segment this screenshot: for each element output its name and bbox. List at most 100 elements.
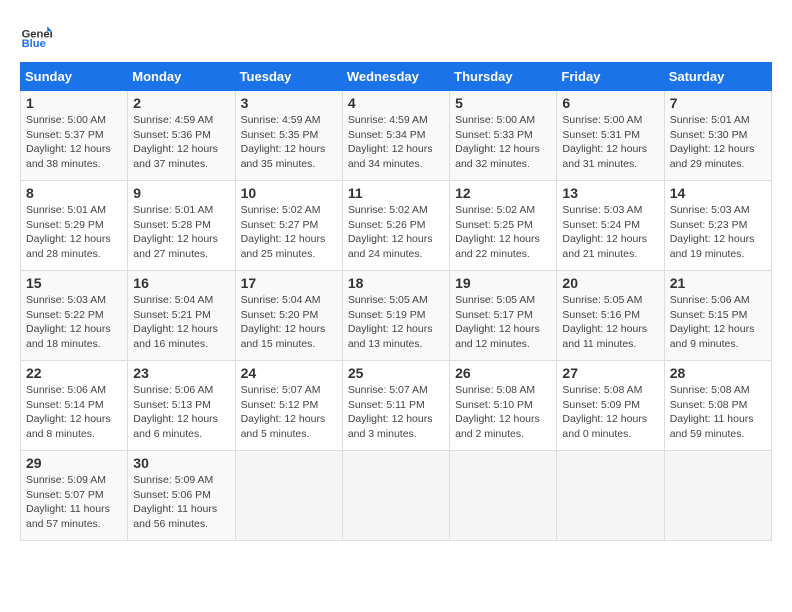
day-info: Sunrise: 5:07 AM Sunset: 5:11 PM Dayligh… [348,383,444,442]
day-info: Sunrise: 5:00 AM Sunset: 5:37 PM Dayligh… [26,113,122,172]
day-number: 19 [455,275,551,291]
calendar-cell: 22 Sunrise: 5:06 AM Sunset: 5:14 PM Dayl… [21,361,128,451]
day-number: 2 [133,95,229,111]
day-number: 6 [562,95,658,111]
day-info: Sunrise: 5:02 AM Sunset: 5:27 PM Dayligh… [241,203,337,262]
day-number: 20 [562,275,658,291]
day-number: 30 [133,455,229,471]
day-number: 16 [133,275,229,291]
calendar-cell [450,451,557,541]
day-info: Sunrise: 5:08 AM Sunset: 5:09 PM Dayligh… [562,383,658,442]
day-info: Sunrise: 5:03 AM Sunset: 5:24 PM Dayligh… [562,203,658,262]
day-info: Sunrise: 5:06 AM Sunset: 5:13 PM Dayligh… [133,383,229,442]
calendar-cell: 4 Sunrise: 4:59 AM Sunset: 5:34 PM Dayli… [342,91,449,181]
day-info: Sunrise: 5:02 AM Sunset: 5:25 PM Dayligh… [455,203,551,262]
calendar-cell: 27 Sunrise: 5:08 AM Sunset: 5:09 PM Dayl… [557,361,664,451]
day-number: 22 [26,365,122,381]
calendar-week-1: 1 Sunrise: 5:00 AM Sunset: 5:37 PM Dayli… [21,91,772,181]
calendar-cell: 20 Sunrise: 5:05 AM Sunset: 5:16 PM Dayl… [557,271,664,361]
calendar-cell: 28 Sunrise: 5:08 AM Sunset: 5:08 PM Dayl… [664,361,771,451]
day-number: 4 [348,95,444,111]
calendar-cell: 14 Sunrise: 5:03 AM Sunset: 5:23 PM Dayl… [664,181,771,271]
calendar-cell: 29 Sunrise: 5:09 AM Sunset: 5:07 PM Dayl… [21,451,128,541]
calendar-week-4: 22 Sunrise: 5:06 AM Sunset: 5:14 PM Dayl… [21,361,772,451]
day-number: 9 [133,185,229,201]
col-monday: Monday [128,63,235,91]
day-info: Sunrise: 5:08 AM Sunset: 5:08 PM Dayligh… [670,383,766,442]
day-number: 10 [241,185,337,201]
calendar-cell: 16 Sunrise: 5:04 AM Sunset: 5:21 PM Dayl… [128,271,235,361]
calendar-cell: 10 Sunrise: 5:02 AM Sunset: 5:27 PM Dayl… [235,181,342,271]
day-info: Sunrise: 5:03 AM Sunset: 5:23 PM Dayligh… [670,203,766,262]
calendar-cell: 30 Sunrise: 5:09 AM Sunset: 5:06 PM Dayl… [128,451,235,541]
day-info: Sunrise: 5:04 AM Sunset: 5:20 PM Dayligh… [241,293,337,352]
calendar-cell: 8 Sunrise: 5:01 AM Sunset: 5:29 PM Dayli… [21,181,128,271]
header-row: Sunday Monday Tuesday Wednesday Thursday… [21,63,772,91]
day-number: 14 [670,185,766,201]
day-number: 21 [670,275,766,291]
day-number: 26 [455,365,551,381]
day-number: 25 [348,365,444,381]
calendar-cell: 19 Sunrise: 5:05 AM Sunset: 5:17 PM Dayl… [450,271,557,361]
calendar-cell: 26 Sunrise: 5:08 AM Sunset: 5:10 PM Dayl… [450,361,557,451]
day-info: Sunrise: 5:01 AM Sunset: 5:28 PM Dayligh… [133,203,229,262]
day-info: Sunrise: 5:05 AM Sunset: 5:19 PM Dayligh… [348,293,444,352]
day-number: 1 [26,95,122,111]
day-info: Sunrise: 5:08 AM Sunset: 5:10 PM Dayligh… [455,383,551,442]
day-number: 3 [241,95,337,111]
calendar-week-2: 8 Sunrise: 5:01 AM Sunset: 5:29 PM Dayli… [21,181,772,271]
col-saturday: Saturday [664,63,771,91]
col-tuesday: Tuesday [235,63,342,91]
day-number: 8 [26,185,122,201]
calendar-cell: 7 Sunrise: 5:01 AM Sunset: 5:30 PM Dayli… [664,91,771,181]
day-number: 28 [670,365,766,381]
logo: General Blue [20,20,52,52]
calendar-cell: 12 Sunrise: 5:02 AM Sunset: 5:25 PM Dayl… [450,181,557,271]
day-number: 12 [455,185,551,201]
day-info: Sunrise: 5:03 AM Sunset: 5:22 PM Dayligh… [26,293,122,352]
day-info: Sunrise: 5:05 AM Sunset: 5:16 PM Dayligh… [562,293,658,352]
calendar-cell: 23 Sunrise: 5:06 AM Sunset: 5:13 PM Dayl… [128,361,235,451]
day-number: 17 [241,275,337,291]
calendar-cell: 5 Sunrise: 5:00 AM Sunset: 5:33 PM Dayli… [450,91,557,181]
day-number: 27 [562,365,658,381]
svg-text:Blue: Blue [22,38,46,50]
day-number: 29 [26,455,122,471]
day-number: 18 [348,275,444,291]
day-info: Sunrise: 5:04 AM Sunset: 5:21 PM Dayligh… [133,293,229,352]
calendar-cell [342,451,449,541]
calendar-cell: 11 Sunrise: 5:02 AM Sunset: 5:26 PM Dayl… [342,181,449,271]
day-info: Sunrise: 5:01 AM Sunset: 5:30 PM Dayligh… [670,113,766,172]
calendar-cell: 3 Sunrise: 4:59 AM Sunset: 5:35 PM Dayli… [235,91,342,181]
day-info: Sunrise: 4:59 AM Sunset: 5:36 PM Dayligh… [133,113,229,172]
page-header: General Blue [20,20,772,52]
day-info: Sunrise: 5:07 AM Sunset: 5:12 PM Dayligh… [241,383,337,442]
calendar-cell: 2 Sunrise: 4:59 AM Sunset: 5:36 PM Dayli… [128,91,235,181]
calendar-cell: 6 Sunrise: 5:00 AM Sunset: 5:31 PM Dayli… [557,91,664,181]
calendar-cell: 1 Sunrise: 5:00 AM Sunset: 5:37 PM Dayli… [21,91,128,181]
day-info: Sunrise: 4:59 AM Sunset: 5:35 PM Dayligh… [241,113,337,172]
day-number: 7 [670,95,766,111]
calendar-week-3: 15 Sunrise: 5:03 AM Sunset: 5:22 PM Dayl… [21,271,772,361]
day-info: Sunrise: 5:09 AM Sunset: 5:06 PM Dayligh… [133,473,229,532]
day-number: 13 [562,185,658,201]
calendar-table: Sunday Monday Tuesday Wednesday Thursday… [20,62,772,541]
day-number: 5 [455,95,551,111]
col-sunday: Sunday [21,63,128,91]
logo-icon: General Blue [20,20,52,52]
col-thursday: Thursday [450,63,557,91]
calendar-cell: 17 Sunrise: 5:04 AM Sunset: 5:20 PM Dayl… [235,271,342,361]
calendar-week-5: 29 Sunrise: 5:09 AM Sunset: 5:07 PM Dayl… [21,451,772,541]
calendar-cell: 21 Sunrise: 5:06 AM Sunset: 5:15 PM Dayl… [664,271,771,361]
day-info: Sunrise: 4:59 AM Sunset: 5:34 PM Dayligh… [348,113,444,172]
day-info: Sunrise: 5:05 AM Sunset: 5:17 PM Dayligh… [455,293,551,352]
day-info: Sunrise: 5:00 AM Sunset: 5:33 PM Dayligh… [455,113,551,172]
calendar-body: 1 Sunrise: 5:00 AM Sunset: 5:37 PM Dayli… [21,91,772,541]
calendar-cell: 25 Sunrise: 5:07 AM Sunset: 5:11 PM Dayl… [342,361,449,451]
day-number: 24 [241,365,337,381]
day-info: Sunrise: 5:00 AM Sunset: 5:31 PM Dayligh… [562,113,658,172]
calendar-cell: 9 Sunrise: 5:01 AM Sunset: 5:28 PM Dayli… [128,181,235,271]
day-info: Sunrise: 5:02 AM Sunset: 5:26 PM Dayligh… [348,203,444,262]
calendar-cell [235,451,342,541]
day-info: Sunrise: 5:09 AM Sunset: 5:07 PM Dayligh… [26,473,122,532]
